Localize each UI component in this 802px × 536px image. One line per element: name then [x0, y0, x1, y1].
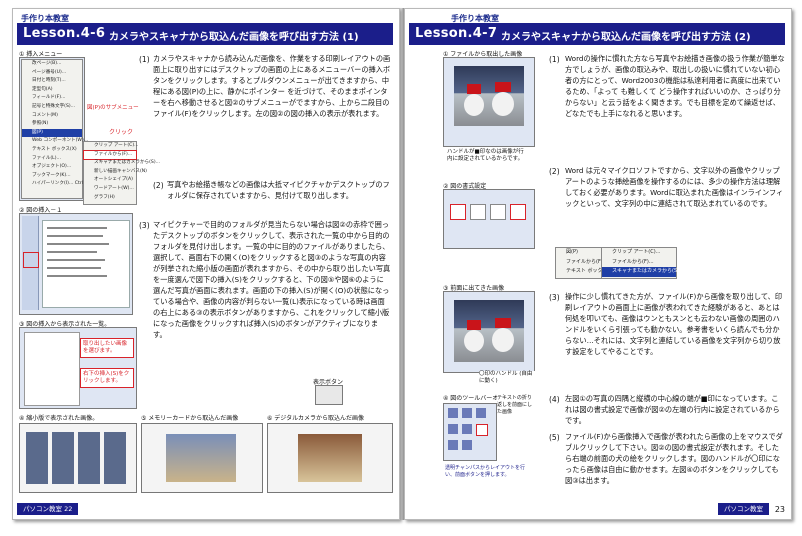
step-text: Word は元々マイクロソフトですから、文字以外の画像やクリップアートのような挿… [565, 166, 784, 208]
insert-menu-item[interactable]: 定型句(A) [22, 86, 82, 95]
insert-button-note: 右下の挿入(S)をクリックします。 [80, 368, 134, 388]
insert-menu-item[interactable]: ファイル(L)... [22, 155, 82, 164]
submenu-item-from-file[interactable]: ファイルから(F)... [83, 149, 137, 161]
step-number: (3) [139, 221, 150, 230]
left-fig6-caption: ⑥ デジタルカメラから取込んだ画像 [267, 415, 364, 422]
step-text: 写真やお絵描き帳などの画像は大抵マイピクチャかデスクトップのフォルダに保存されて… [167, 180, 390, 200]
text-wrap-button[interactable] [476, 424, 488, 436]
insert-menu-item[interactable]: フィールド(F)... [22, 94, 82, 103]
menu-item-textbox[interactable]: テキスト ボックス(X) [556, 267, 615, 277]
insert-menu-item[interactable]: ハイパーリンク(I)... Ctrl+K [22, 180, 90, 189]
click-label: クリック [109, 129, 134, 136]
snowman-photo-front [454, 300, 524, 362]
insert-menu-item[interactable]: コメント(M) [22, 112, 82, 121]
in-front-wrap-button[interactable] [510, 204, 526, 220]
menu-item-picture[interactable]: 図(P) [556, 248, 602, 258]
picture-menu-strip: 図(P) ファイルから(F)... テキスト ボックス(X) [555, 247, 615, 279]
behind-wrap-button[interactable] [490, 204, 506, 220]
inline-image-screenshot [443, 57, 535, 147]
submenu-item-scanner[interactable]: スキャナまたはカメラから(S)... [602, 267, 684, 277]
file-list[interactable] [42, 220, 130, 308]
step-number: (2) [549, 167, 560, 176]
menu-item-from-file[interactable]: ファイルから(F)... [556, 258, 608, 268]
step-text: カメラやスキャナから読み込んだ画像を、作業をする印刷レイアウトの画面上に取り出す… [153, 54, 391, 118]
choose-image-note: 取り出したい画像を選びます。 [80, 338, 134, 358]
insert-menu-item[interactable]: テキスト ボックス(X) [22, 146, 82, 155]
insert-menu-item[interactable]: ブックマーク(K)... [22, 172, 82, 181]
insert-menu-item-picture[interactable]: 図(P) [22, 128, 82, 138]
format-picture-dialog [443, 189, 535, 249]
free-handle-note: 〇印のハンドル (自由に動く) [479, 371, 537, 385]
insert-menu-item[interactable]: 記号と特殊文字(S)... [22, 103, 82, 112]
front-wrap-note: テキストの折り返しを前面にした画像 [497, 395, 535, 416]
submenu-item[interactable]: クリップ アート(C)... [84, 142, 139, 151]
left-fig4-caption: ④ 縮小版で表示された画像。 [19, 415, 99, 422]
desktop-button[interactable] [23, 252, 39, 268]
right-page-number: 23 [774, 505, 785, 514]
step-text: 操作に少し慣れてきた方が、ファイル(F)から画像を取り出して、印刷レイアウトの画… [565, 292, 783, 356]
step-number: (3) [549, 293, 560, 302]
submenu-item[interactable]: オートシェイプ(A) [84, 176, 136, 185]
submenu-item[interactable]: 新しい描画キャンバス(N) [84, 168, 147, 177]
insert-menu-item[interactable]: オブジェクト(O)... [22, 163, 82, 172]
insert-menu-screenshot: 改ページ(B)... ページ番号(U)... 日付と時刻(T)... 定型句(A… [19, 57, 90, 201]
submenu-item[interactable]: スキャナまたはカメラから(S)... [84, 159, 160, 168]
thumbnail-list[interactable] [24, 332, 80, 406]
canvas-layout-note: 透明チャンパスからレイアウトを行い、前面ボタンを押します。 [445, 465, 533, 479]
left-page: 手作り本教室 Lesson.4-6 カメラやスキャナから取込んだ画像を呼び出す方… [12, 8, 400, 520]
step-number: (2) [153, 181, 164, 190]
step-number: (1) [139, 55, 150, 64]
left-fig5-caption: ⑤ メモリーカードから取込んだ画像 [141, 415, 239, 422]
submenu-label: 図(P)のサブメニュー [87, 105, 139, 112]
step-number: (5) [549, 433, 560, 442]
submenu-item-from-file[interactable]: ファイルから(F)... [602, 258, 676, 268]
insert-menu-item[interactable]: Web コンポーネント(W)... [22, 137, 88, 146]
memory-card-image-screenshot [141, 423, 263, 493]
thumbnail-view-screenshot [19, 423, 137, 493]
submenu-item[interactable]: グラフ(H) [84, 194, 136, 203]
insert-menu-item[interactable]: 改ページ(B)... [22, 60, 82, 69]
picture-submenu: クリップ アート(C)... ファイルから(F)... スキャナまたはカメラから… [83, 141, 160, 205]
right-lesson-title: カメラやスキャナから取込んだ画像を呼び出す方法 (2) [501, 32, 751, 43]
step-number: (1) [549, 55, 560, 64]
front-image-screenshot [443, 291, 535, 373]
step-text: マイピクチャーで目的のフォルダが見当たらない場合は図②の赤枠で囲ったデスクトップ… [153, 220, 391, 339]
step-text: 左図①の写真の四隅と縦横の中心線の端が■印になっています。これは図の書式設定で画… [565, 394, 780, 425]
camera-image-screenshot [267, 423, 393, 493]
left-lesson-header: Lesson.4-6 カメラやスキャナから取込んだ画像を呼び出す方法 (1) [17, 23, 393, 45]
right-footer: パソコン教室 [718, 503, 769, 515]
left-footer: パソコン教室 22 [17, 503, 79, 515]
inline-handle-note: ハンドルが■印なのは画像が行内に設定されているからです。 [447, 149, 527, 163]
step-text: Wordの操作に慣れた方なら写真やお絵描き画像の扱う作業が簡単な方でしょうが、画… [565, 54, 785, 118]
insert-menu-item[interactable]: ページ番号(U)... [22, 69, 82, 78]
picture-toolbar [443, 403, 497, 461]
left-lesson-title: カメラやスキャナから取込んだ画像を呼び出す方法 (1) [109, 32, 359, 43]
right-lesson-header: Lesson.4-7 カメラやスキャナから取込んだ画像を呼び出す方法 (2) [409, 23, 785, 45]
snowman-photo [454, 66, 524, 126]
insert-picture-dialog [19, 213, 133, 315]
right-lesson-number: Lesson.4-7 [415, 26, 498, 41]
square-wrap-button[interactable] [470, 204, 486, 220]
submenu-item[interactable]: ワードアート(W)... [84, 185, 136, 194]
submenu-item-clipart[interactable]: クリップ アート(C)... [602, 248, 676, 258]
insert-menu-item[interactable]: 日付と時刻(T)... [22, 77, 82, 86]
insert-menu: 改ページ(B)... ページ番号(U)... 日付と時刻(T)... 定型句(A… [21, 59, 90, 199]
picture-submenu-strip: クリップ アート(C)... ファイルから(F)... スキャナまたはカメラから… [601, 247, 684, 279]
inline-wrap-button[interactable] [450, 204, 466, 220]
step-number: (4) [549, 395, 560, 404]
thumbnail-list-dialog: 取り出したい画像を選びます。 右下の挿入(S)をクリックします。 [19, 327, 137, 409]
right-page: 手作り本教室 Lesson.4-7 カメラやスキャナから取込んだ画像を呼び出す方… [404, 8, 792, 520]
left-lesson-number: Lesson.4-6 [23, 26, 106, 41]
step-text: ファイル(F)から画像挿入で画像が表われたら画像の上をマウスでダブルクリックして… [565, 432, 783, 485]
insert-menu-item[interactable]: 参照(N) [22, 120, 82, 129]
